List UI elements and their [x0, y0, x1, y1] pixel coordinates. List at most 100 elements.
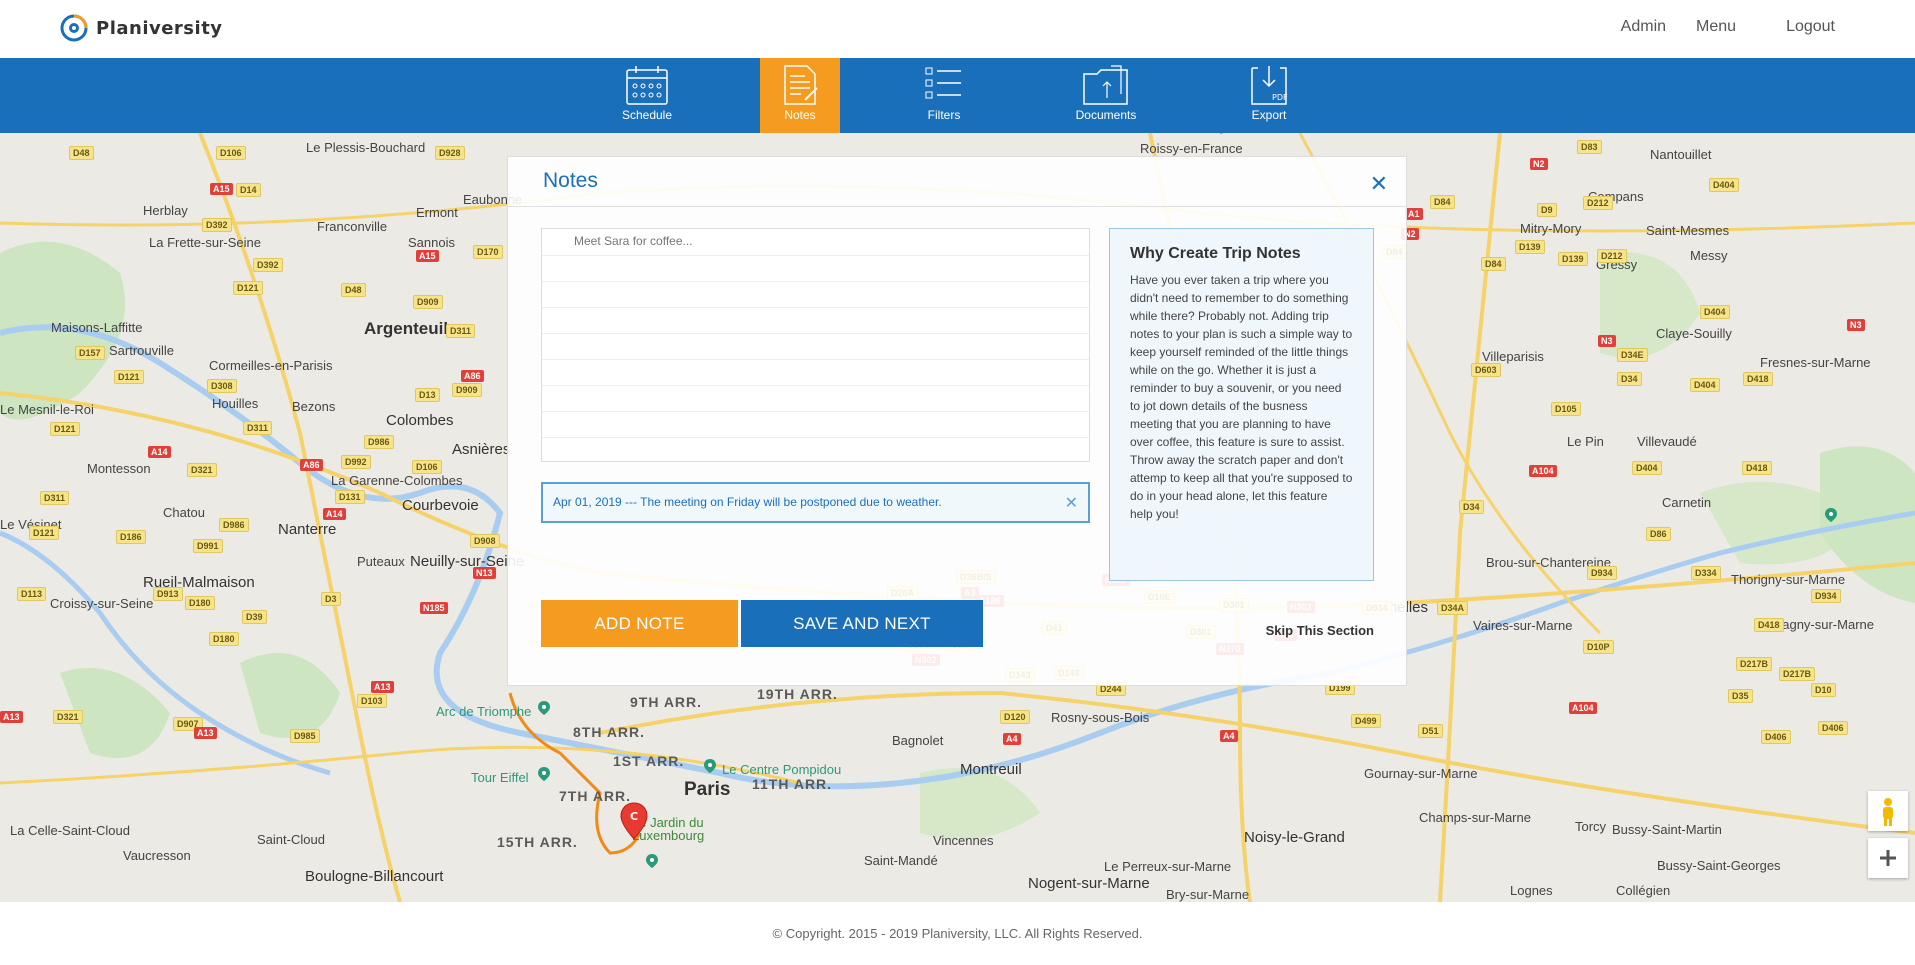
road-badge: D217B	[1736, 657, 1773, 671]
map-place: Cormeilles-en-Parisis	[209, 358, 333, 373]
map-place: Ermont	[416, 205, 458, 220]
close-icon[interactable]: ✕	[1370, 171, 1388, 197]
poi-pin-icon[interactable]	[537, 766, 551, 782]
map-place: Rosny-sous-Bois	[1051, 710, 1150, 725]
road-badge: D406	[1761, 730, 1791, 744]
nav-logout[interactable]: Logout	[1786, 18, 1835, 36]
street-view-pegman-button[interactable]	[1868, 791, 1908, 831]
map-place: Mitry-Mory	[1520, 221, 1582, 236]
delete-note-icon[interactable]: ✕	[1065, 493, 1078, 513]
map-place: Bagnolet	[892, 733, 944, 748]
road-badge: A104	[1569, 702, 1597, 714]
step-label: Export	[1251, 108, 1287, 122]
road-badge: D928	[435, 146, 465, 160]
map-marker-pin-icon[interactable]: C	[620, 802, 648, 840]
map-place: Montreuil	[960, 761, 1022, 778]
road-badge: A14	[323, 508, 346, 520]
modal-title: Notes	[543, 169, 598, 192]
road-badge: D934	[1811, 589, 1841, 603]
marker-label: C	[630, 810, 638, 823]
map-place: Houilles	[212, 396, 259, 411]
note-input[interactable]	[574, 234, 1074, 248]
map-place: Nantouillet	[1650, 147, 1712, 162]
road-badge: A4	[1003, 733, 1021, 745]
info-body: Have you ever taken a trip where you did…	[1130, 273, 1353, 521]
nav-admin[interactable]: Admin	[1621, 18, 1666, 36]
map-place: La Garenne-Colombes	[331, 473, 463, 488]
map-place: Torcy	[1575, 819, 1607, 834]
map-poi[interactable]: Arc de Triomphe	[436, 704, 531, 719]
road-badge: A4	[1220, 730, 1238, 742]
road-badge: D418	[1754, 618, 1784, 632]
zoom-in-button[interactable]	[1868, 838, 1908, 878]
road-badge: A86	[300, 459, 323, 471]
step-documents[interactable]: Documents	[1066, 58, 1146, 133]
info-title: Why Create Trip Notes	[1130, 245, 1301, 262]
poi-pin-icon[interactable]	[645, 853, 659, 869]
road-badge: D170	[473, 245, 503, 259]
poi-pin-icon[interactable]	[537, 700, 551, 716]
road-badge: D83	[1577, 140, 1602, 154]
road-badge: D934	[1587, 566, 1617, 580]
road-badge: D84	[1481, 257, 1506, 271]
brand-name: Planiversity	[96, 17, 223, 39]
road-badge: D14	[236, 183, 261, 197]
poi-pin-icon[interactable]	[703, 758, 717, 774]
map-place: Bezons	[292, 399, 336, 414]
map-poi[interactable]: Le Centre Pompidou	[722, 762, 841, 777]
nav-menu[interactable]: Menu	[1696, 18, 1736, 36]
map-place: Colombes	[386, 412, 454, 429]
road-badge: N3	[1847, 319, 1865, 331]
road-badge: D404	[1690, 378, 1720, 392]
map-place: Puteaux	[357, 554, 405, 569]
road-badge: D86	[1646, 527, 1671, 541]
map-place: Carnetin	[1662, 495, 1712, 510]
road-badge: D39	[242, 610, 267, 624]
step-schedule[interactable]: Schedule	[607, 58, 687, 133]
step-export[interactable]: PDF Export	[1229, 58, 1309, 133]
road-badge: A1	[1405, 208, 1423, 220]
road-badge: D121	[50, 422, 80, 436]
road-badge: D985	[290, 729, 320, 743]
textarea-lines	[542, 255, 1089, 463]
road-badge: A14	[148, 446, 171, 458]
notes-modal: Notes ✕ Apr 01, 2019 --- The meeting on …	[507, 156, 1407, 686]
step-filters[interactable]: Filters	[904, 58, 984, 133]
map-arrondissement: 19TH ARR.	[757, 686, 838, 702]
map-city: Paris	[684, 779, 731, 800]
map-place: Maisons-Laffitte	[51, 320, 143, 335]
map-place: Bry-sur-Marne	[1166, 887, 1250, 902]
map-place: Bussy-Saint-Georges	[1657, 858, 1781, 873]
road-badge: D321	[53, 710, 83, 724]
top-nav: Admin Menu Logout	[1621, 18, 1835, 36]
map-place: Collégien	[1616, 883, 1671, 898]
road-badge: D499	[1351, 714, 1381, 728]
map-arrondissement: 9TH ARR.	[630, 694, 703, 710]
map-place: Saint-Mandé	[864, 853, 938, 868]
planiversity-logo-icon	[60, 14, 88, 42]
add-note-button[interactable]: ADD NOTE	[541, 600, 738, 647]
road-badge: D404	[1632, 461, 1662, 475]
road-badge: D321	[187, 463, 217, 477]
road-badge: D10	[1811, 683, 1836, 697]
step-label: Schedule	[621, 108, 673, 122]
map-place: Saint-Mesmes	[1646, 223, 1730, 238]
road-badge: D121	[29, 526, 59, 540]
step-notes[interactable]: Notes	[760, 58, 840, 133]
brand[interactable]: Planiversity	[60, 14, 223, 42]
notes-textarea[interactable]	[541, 228, 1090, 462]
save-and-next-button[interactable]: SAVE AND NEXT	[741, 600, 983, 647]
pdf-export-icon: PDF	[1251, 66, 1288, 105]
skip-section-link[interactable]: Skip This Section	[1266, 623, 1374, 638]
road-badge: D308	[207, 379, 237, 393]
road-badge: D121	[233, 281, 263, 295]
road-badge: D186	[116, 530, 146, 544]
step-label: Notes	[784, 108, 816, 122]
map-poi[interactable]: Tour Eiffel	[471, 770, 529, 785]
map-place: Saint-Cloud	[257, 832, 325, 847]
road-badge: D34	[1617, 372, 1642, 386]
road-badge: D311	[243, 421, 273, 435]
poi-pin-icon[interactable]	[1824, 507, 1838, 523]
road-badge: D84	[1430, 195, 1455, 209]
road-badge: D3	[321, 592, 341, 606]
